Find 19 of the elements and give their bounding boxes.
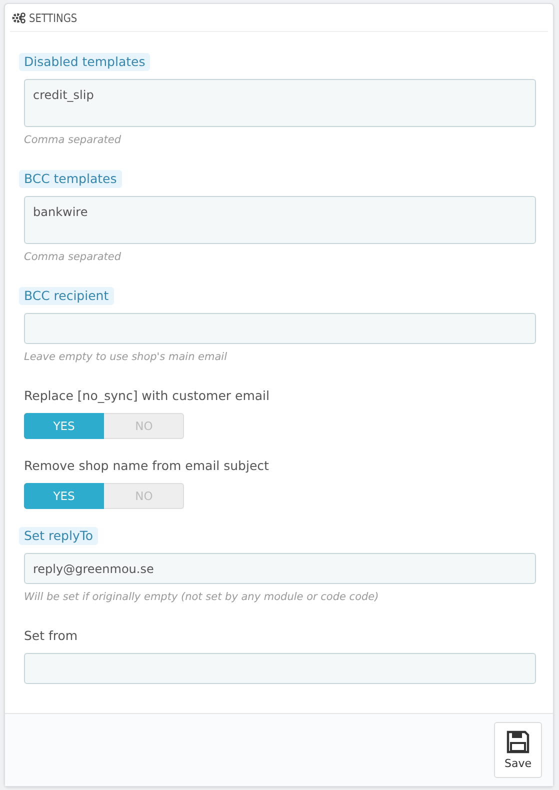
text-area[interactable]: credit_slip <box>24 79 536 127</box>
field-label: Remove shop name from email subject <box>23 457 270 475</box>
field-label: BCC templates <box>19 170 122 188</box>
field-label: Replace [no_sync] with customer email <box>23 387 270 405</box>
settings-icon <box>12 12 26 24</box>
field-label: Set from <box>23 627 79 645</box>
field-label: Disabled templates <box>19 53 150 71</box>
input-field[interactable] <box>24 313 536 344</box>
help-text: Comma separated <box>24 251 122 263</box>
save-button[interactable]: Save <box>494 722 542 778</box>
help-text: Will be set if originally empty (not set by any module or code code) <box>24 591 380 603</box>
field-label: BCC recipient <box>19 287 114 305</box>
input-field[interactable]: reply@greenmou.se <box>24 553 536 584</box>
text-area[interactable]: bankwire <box>24 196 536 244</box>
help-text: Comma separated <box>24 134 122 146</box>
input-field[interactable] <box>24 653 536 684</box>
help-text: Leave empty to use shop's main email <box>24 351 228 363</box>
field-label: Set replyTo <box>19 527 98 545</box>
panel-title: SETTINGS <box>29 10 78 24</box>
